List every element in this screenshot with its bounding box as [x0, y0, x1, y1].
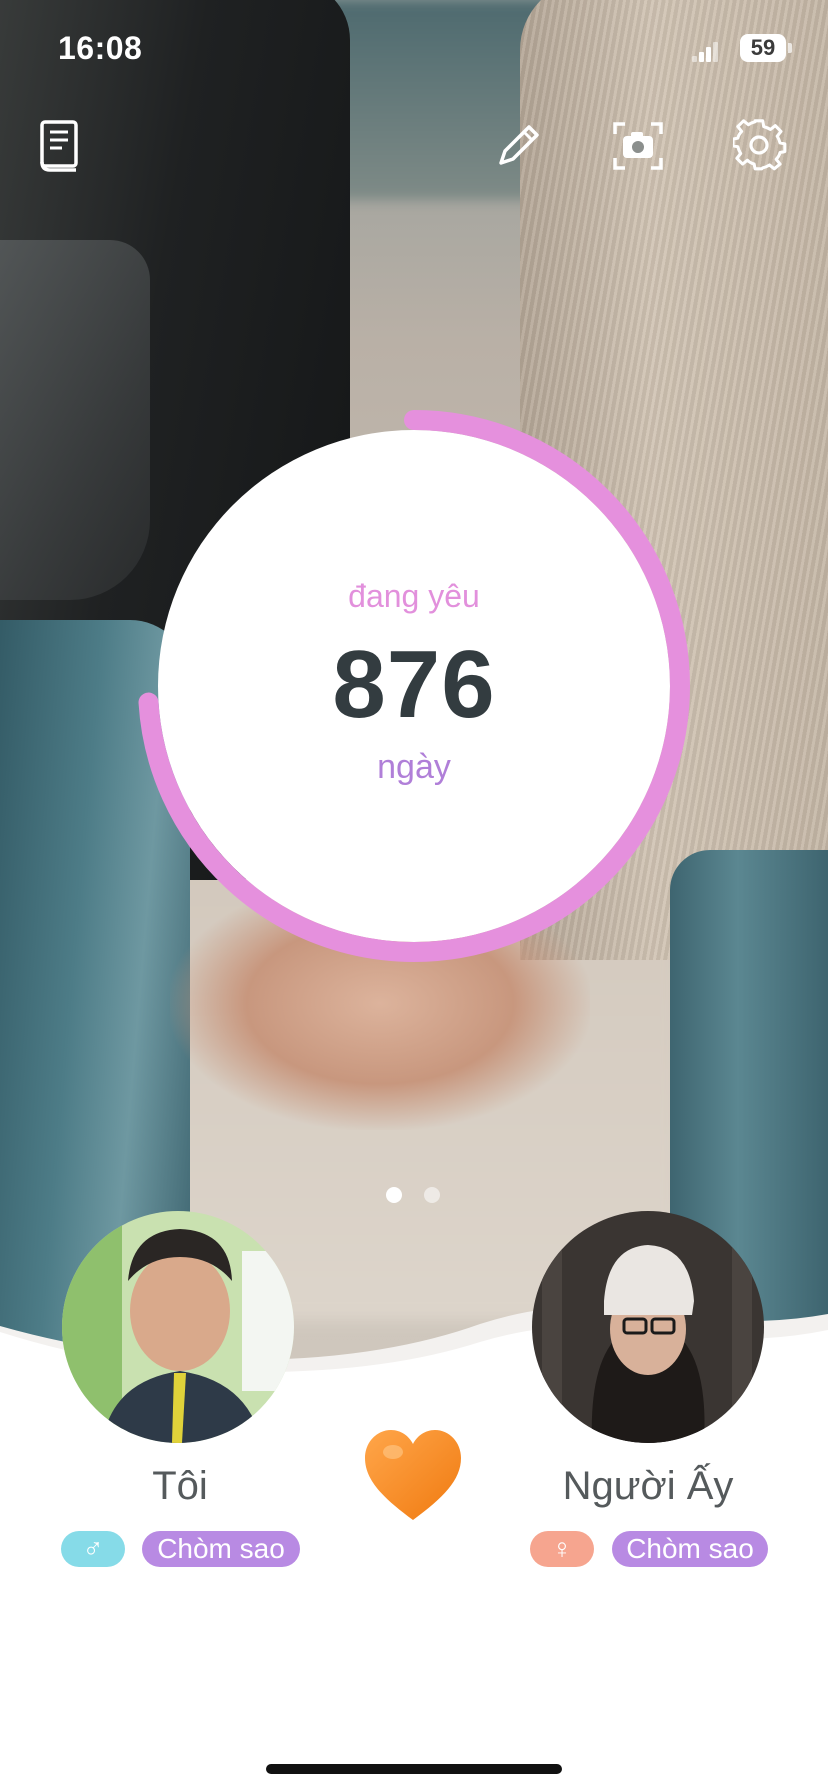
- battery-icon: 59: [740, 34, 792, 62]
- right-zodiac-tag[interactable]: Chòm sao: [612, 1531, 768, 1567]
- gear-icon[interactable]: [730, 116, 790, 176]
- status-time: 16:08: [58, 30, 143, 66]
- counter-label-top: đang yêu: [348, 578, 480, 614]
- camera-icon[interactable]: [608, 116, 668, 176]
- love-days-screen: 16:08 59 đang yêu 876 ngày Tôi ♂ Chòm sa…: [0, 0, 828, 1792]
- counter-days-value: 876: [332, 631, 496, 738]
- page-dot-2[interactable]: [424, 1187, 440, 1203]
- right-person-name: Người Ấy: [562, 1464, 734, 1508]
- pencil-icon[interactable]: [488, 116, 548, 176]
- avatar-right[interactable]: [532, 1211, 764, 1443]
- signal-icon: [692, 40, 718, 62]
- counter-label-bottom: ngày: [377, 748, 451, 786]
- page-indicator[interactable]: [386, 1187, 440, 1203]
- status-bar: 16:08 59: [0, 0, 828, 100]
- page-dot-1[interactable]: [386, 1187, 402, 1203]
- book-icon[interactable]: [30, 116, 90, 176]
- love-counter-circle[interactable]: đang yêu 876 ngày: [136, 408, 692, 964]
- home-indicator: [266, 1764, 562, 1774]
- left-person-name: Tôi: [152, 1464, 208, 1508]
- avatar-left[interactable]: [62, 1211, 294, 1443]
- orange-heart-icon[interactable]: [363, 1428, 463, 1524]
- male-gender-tag[interactable]: ♂: [61, 1531, 125, 1567]
- left-zodiac-tag[interactable]: Chòm sao: [142, 1531, 300, 1567]
- female-gender-tag[interactable]: ♀: [530, 1531, 594, 1567]
